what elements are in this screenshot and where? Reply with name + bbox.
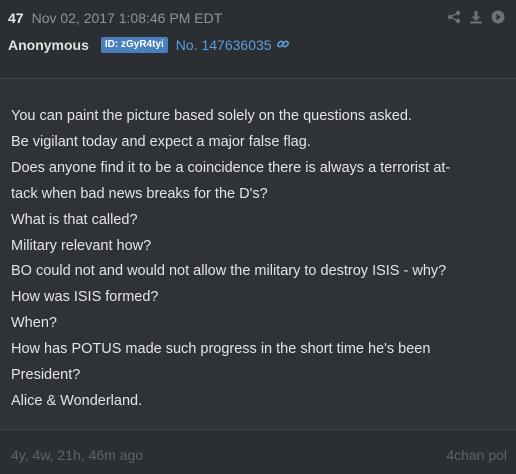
post-age: 4y, 4w, 21h, 46m ago [11, 447, 144, 463]
post-line: How has POTUS made such progress in the … [11, 341, 431, 358]
link-icon [276, 37, 290, 54]
poster-id-badge[interactable]: ID: zGyR4tyi [100, 37, 168, 53]
post-line: What is that called? [11, 211, 138, 228]
post-line: President? [11, 367, 81, 384]
post-line: Military relevant how? [11, 237, 152, 254]
post-meta-row: 47 Nov 02, 2017 1:08:46 PM EDT [8, 9, 222, 27]
post-line: How was ISIS formed? [11, 289, 159, 306]
post-author-row: Anonymous ID: zGyR4tyi No. 147636035 [8, 35, 290, 55]
post-line: When? [11, 315, 57, 332]
post-line: BO could not and would not allow the mil… [11, 263, 447, 280]
post-number: 47 [8, 10, 24, 26]
post-footer: 4y, 4w, 21h, 46m ago 4chan pol [0, 429, 516, 474]
post-card: 47 Nov 02, 2017 1:08:46 PM EDT Anonymous… [0, 0, 516, 474]
post-actions [446, 9, 506, 25]
board-name: 4chan pol [446, 447, 507, 463]
post-number-link[interactable]: No. 147636035 [176, 37, 290, 54]
post-header: 47 Nov 02, 2017 1:08:46 PM EDT Anonymous… [0, 0, 516, 79]
share-icon[interactable] [446, 9, 462, 25]
post-line: You can paint the picture based solely o… [11, 108, 412, 124]
post-number-link-label: No. 147636035 [175, 37, 272, 53]
download-icon[interactable] [468, 9, 484, 25]
post-line: Does anyone find it to be a coincidence … [11, 159, 451, 176]
author-name: Anonymous [8, 37, 89, 53]
post-body: You can paint the picture based solely o… [11, 104, 507, 415]
post-line: Alice & Wonderland. [11, 392, 143, 409]
post-timestamp: Nov 02, 2017 1:08:46 PM EDT [31, 10, 223, 26]
arrow-right-circle-icon[interactable] [490, 9, 506, 25]
post-line: Be vigilant today and expect a major fal… [11, 133, 311, 150]
post-line: tack when bad news breaks for the D's? [11, 185, 268, 202]
